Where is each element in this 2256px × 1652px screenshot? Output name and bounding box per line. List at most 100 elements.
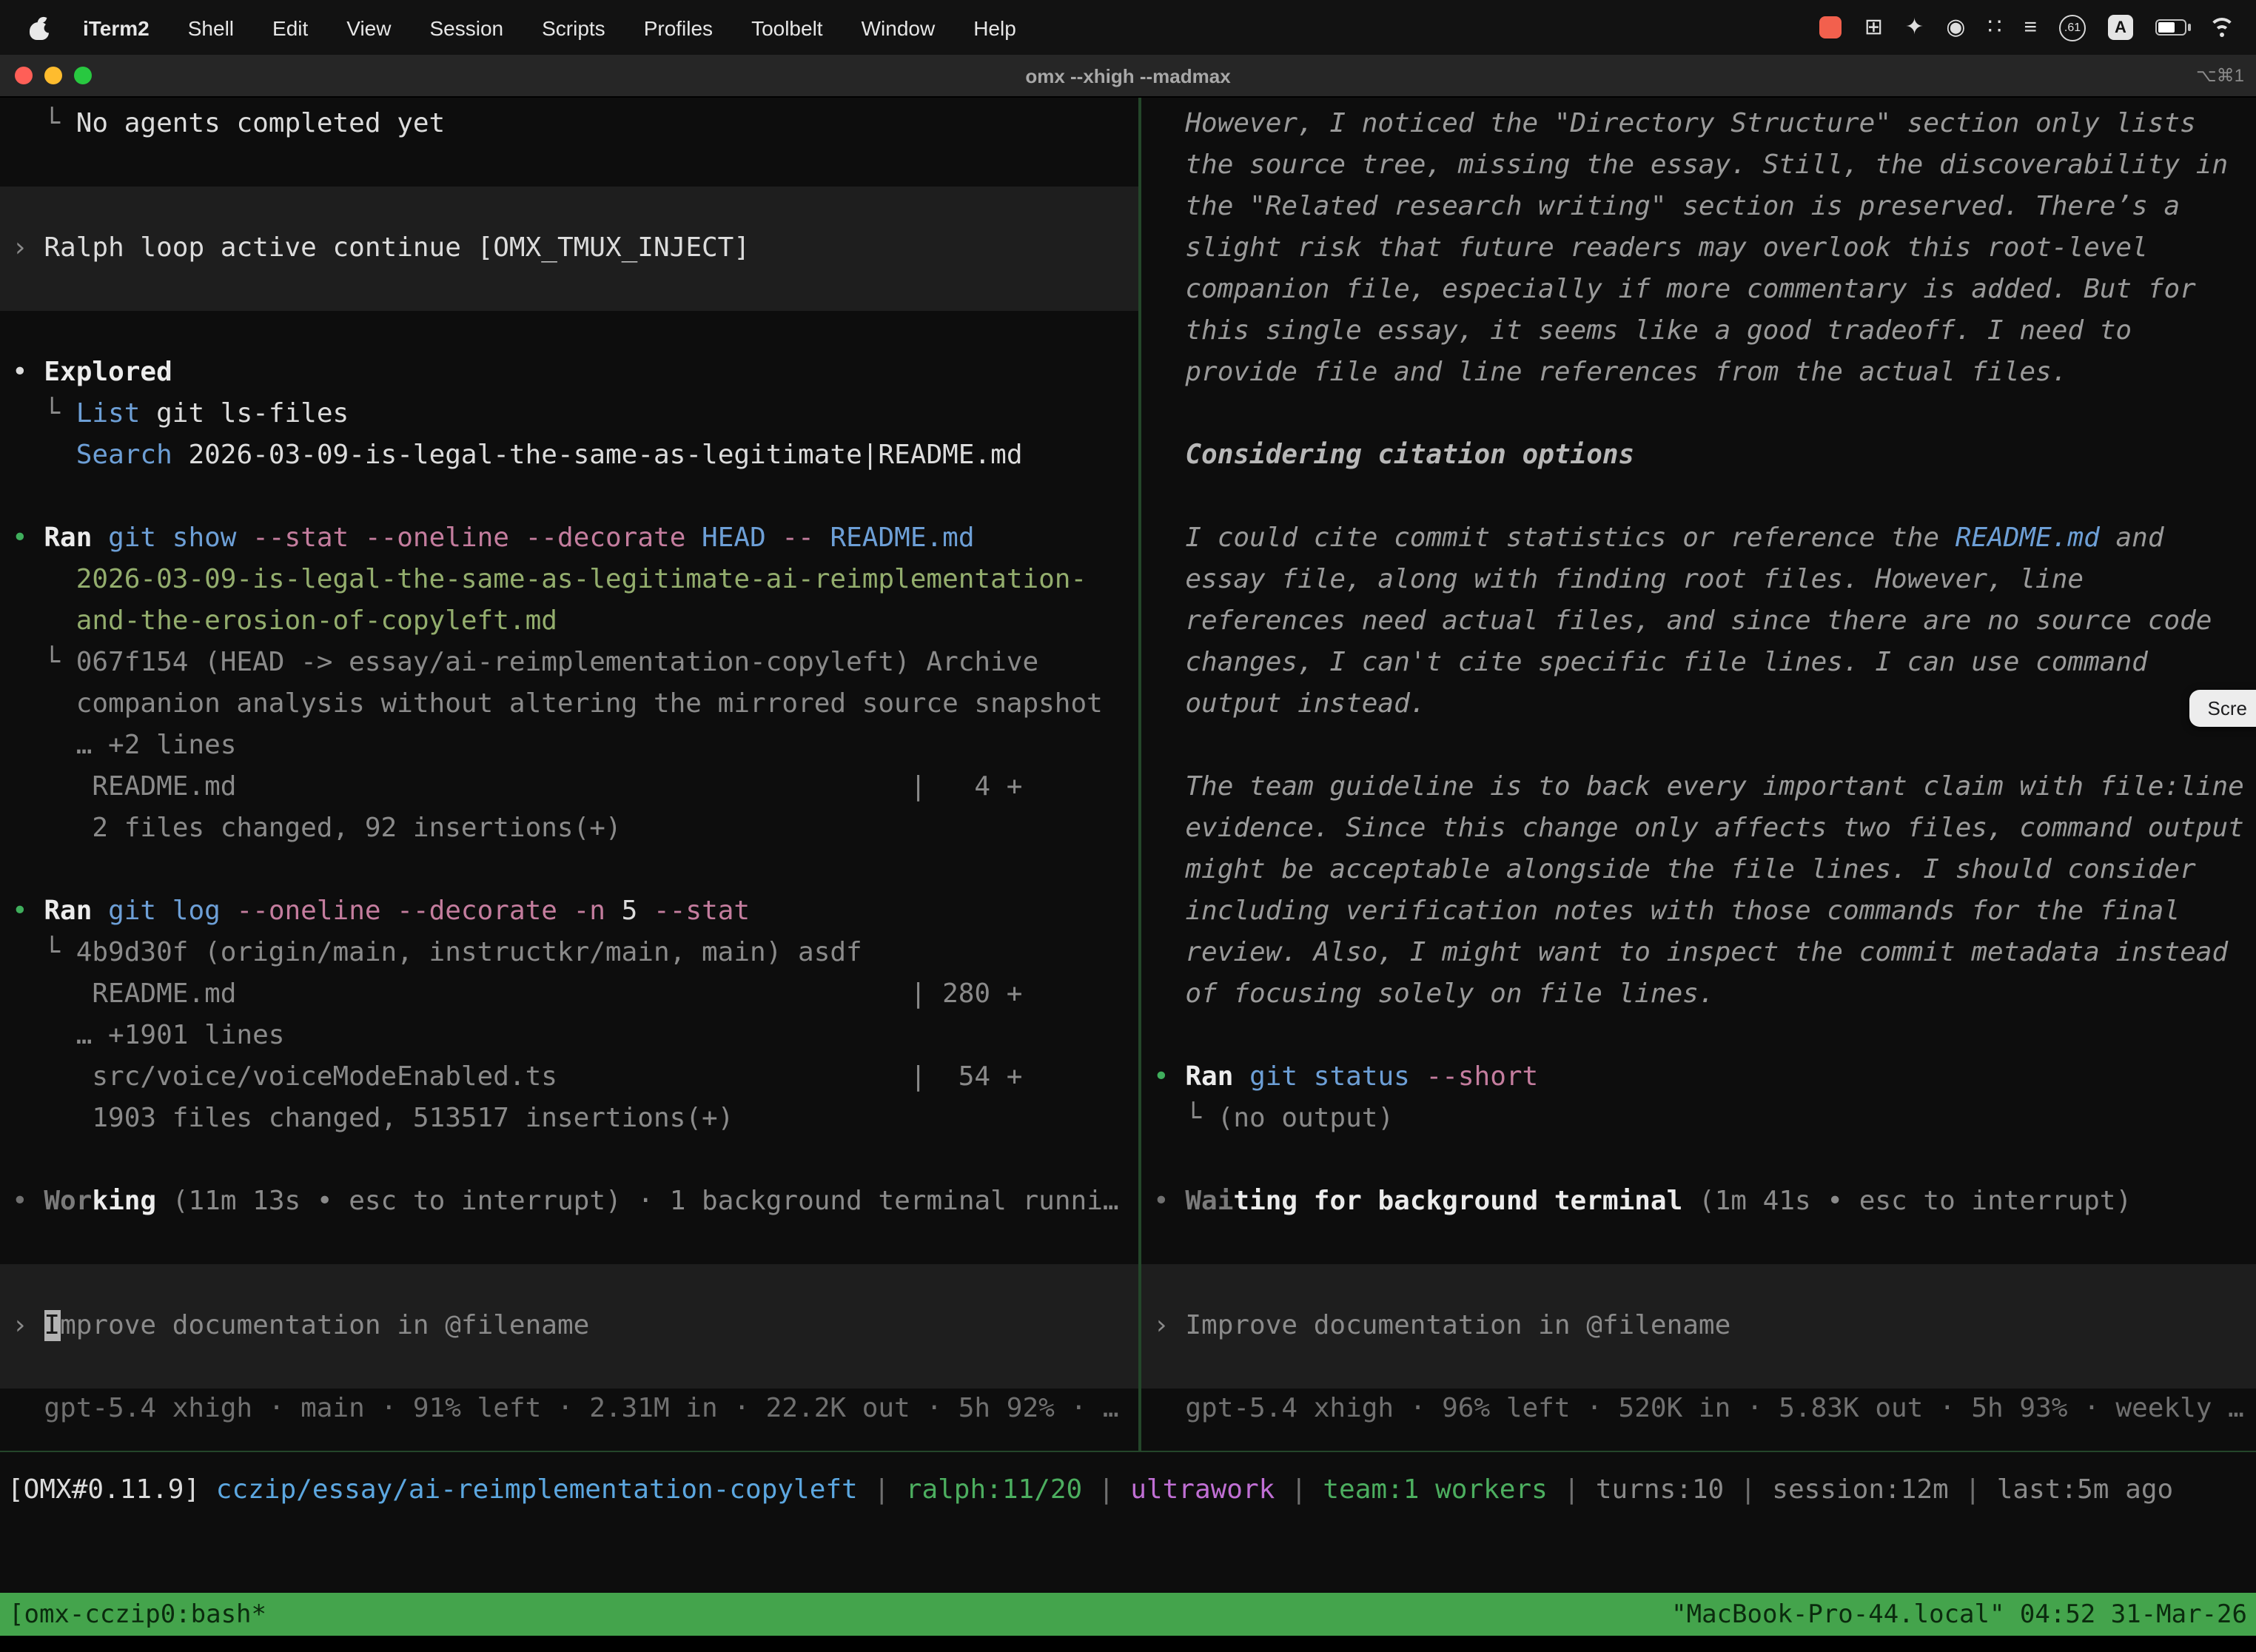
text-segment: (1m 41s • esc to interrupt) <box>1682 1186 2132 1217</box>
menu-item-toolbelt[interactable]: Toolbelt <box>732 16 842 39</box>
text-segment: └ 067f154 (HEAD -> essay/ai-reimplementa… <box>12 647 1038 678</box>
text-segment: Ralph loop active continue [OMX_TMUX_INJ… <box>44 232 750 263</box>
text-segment: session:12m <box>1772 1474 1948 1505</box>
terminal-line: README.md | 280 + <box>0 974 1138 1015</box>
window-shortcut-indicator: ⌥⌘1 <box>2196 65 2244 86</box>
text-segment: | <box>858 1474 906 1505</box>
text-segment: No agents completed yet <box>76 108 446 139</box>
terminal-line: provide file and line references from th… <box>1141 352 2256 394</box>
text-segment: git status <box>1233 1061 1409 1092</box>
menu-items: iTerm2ShellEditViewSessionScriptsProfile… <box>64 16 1035 39</box>
menu-item-iterm2[interactable]: iTerm2 <box>64 16 169 39</box>
text-segment: 2026-03-09-is-legal-the-same-as-legitima… <box>172 440 1023 471</box>
status-icon-2[interactable]: ◉ <box>1946 16 1965 38</box>
terminal-line: I could cite commit statistics or refere… <box>1141 518 2256 560</box>
minimize-button[interactable] <box>44 67 62 84</box>
text-segment: README.md <box>814 523 975 554</box>
text-segment: and-the-erosion-of-copyleft.md <box>12 605 557 637</box>
text-segment: 1903 files changed, 513517 insertions(+) <box>12 1103 733 1134</box>
status-icon-0[interactable]: ⊞ <box>1864 16 1883 38</box>
screen-sharing-popover[interactable]: Scre <box>2190 690 2256 727</box>
terminal-line: … +2 lines <box>0 725 1138 767</box>
text-segment: • <box>1153 1186 1185 1217</box>
status-separator-line <box>0 1451 2256 1452</box>
ralph-inject-banner[interactable]: › Ralph loop active continue [OMX_TMUX_I… <box>0 187 1138 311</box>
menu-item-profiles[interactable]: Profiles <box>625 16 732 39</box>
terminal-line: └ No agents completed yet <box>0 104 1138 145</box>
prompt-input[interactable]: › Improve documentation in @filename <box>0 1264 1138 1389</box>
menu-item-view[interactable]: View <box>327 16 410 39</box>
zoom-button[interactable] <box>74 67 92 84</box>
menu-item-shell[interactable]: Shell <box>169 16 253 39</box>
text-segment: --oneline --decorate -n <box>221 896 605 927</box>
text-segment: ralph:11/20 <box>906 1474 1082 1505</box>
tmux-pane-right[interactable]: However, I noticed the "Directory Struct… <box>1141 98 2256 1451</box>
prompt-input[interactable]: › Improve documentation in @filename <box>1141 1264 2256 1389</box>
text-segment: evidence. Since this change only affects… <box>1153 813 2244 844</box>
battery-percentage-badge[interactable]: .61 <box>2059 14 2086 41</box>
input-source-icon[interactable]: A <box>2108 15 2133 40</box>
terminal-line: • Waiting for background terminal (1m 41… <box>1141 1181 2256 1223</box>
battery-icon[interactable] <box>2155 19 2186 36</box>
text-segment: | <box>1275 1474 1323 1505</box>
omx-status-line: [OMX#0.11.9] cczip/essay/ai-reimplementa… <box>0 1470 2256 1511</box>
terminal-line: The team guideline is to back every impo… <box>1141 767 2256 808</box>
text-segment: last:5m ago <box>1997 1474 2173 1505</box>
tmux-pane-left[interactable]: └ No agents completed yet › Ralph loop ac… <box>0 98 1138 1451</box>
terminal-line: evidence. Since this change only affects… <box>1141 808 2256 850</box>
text-segment: I could cite commit statistics or refere… <box>1153 523 1955 554</box>
text-segment: including verification notes with those … <box>1153 896 2180 927</box>
menu-item-edit[interactable]: Edit <box>253 16 327 39</box>
text-segment: companion analysis without altering the … <box>12 688 1103 719</box>
status-icon-4[interactable]: ≡ <box>2024 16 2037 38</box>
text-segment: the "Related research writing" section i… <box>1153 191 2180 222</box>
terminal-line: › Ralph loop active continue [OMX_TMUX_I… <box>0 228 750 269</box>
apple-menu-icon[interactable] <box>30 16 49 39</box>
text-segment: Explored <box>44 357 172 388</box>
text-segment: | <box>1082 1474 1130 1505</box>
text-segment: | <box>1724 1474 1772 1505</box>
tmux-status-bar: [omx-cczip0:bash* "MacBook-Pro-44.local"… <box>0 1593 2256 1636</box>
text-segment: … +2 lines <box>12 730 236 761</box>
menu-item-help[interactable]: Help <box>954 16 1035 39</box>
text-segment: -- <box>766 523 814 554</box>
text-segment: changes, I can't cite specific file line… <box>1153 647 2148 678</box>
terminal-line: • Ran git show --stat --oneline --decora… <box>0 518 1138 560</box>
text-segment: team:1 workers <box>1323 1474 1547 1505</box>
menu-bar-status-icons: ⊞ ✦ ◉ ∷ ≡ .61 A <box>1820 14 2235 41</box>
status-icon-1[interactable]: ✦ <box>1905 16 1924 38</box>
terminal-line: • Working (11m 13s • esc to interrupt) ·… <box>0 1181 1138 1223</box>
wifi-icon[interactable] <box>2209 18 2235 37</box>
text-segment: king <box>92 1186 156 1217</box>
terminal-line: └ 4b9d30f (origin/main, instructkr/main,… <box>0 933 1138 974</box>
text-segment: slight risk that future readers may over… <box>1153 232 2148 263</box>
terminal-line: › Improve documentation in @filename <box>1141 1306 1730 1347</box>
text-segment: src/voice/voiceModeEnabled.ts | 54 + <box>12 1061 1022 1092</box>
blank-line <box>1141 1015 2256 1057</box>
terminal-line: companion file, especially if more comme… <box>1141 269 2256 311</box>
text-segment: • <box>12 523 44 554</box>
terminal-line: README.md | 4 + <box>0 767 1138 808</box>
tmux-session-label: [omx-cczip0:bash* <box>9 1599 266 1629</box>
text-segment: --short <box>1410 1061 1538 1092</box>
terminal-line: might be acceptable alongside the file l… <box>1141 850 2256 891</box>
terminal-line: › Improve documentation in @filename <box>0 1306 589 1347</box>
screen-recording-indicator-icon[interactable] <box>1820 16 1842 38</box>
text-segment: output instead. <box>1153 688 1426 719</box>
terminal-line: the "Related research writing" section i… <box>1141 187 2256 228</box>
window-title: omx --xhigh --madmax <box>0 64 2256 87</box>
text-segment: List <box>76 398 141 429</box>
terminal-line: 1903 files changed, 513517 insertions(+) <box>0 1098 1138 1140</box>
text-segment: cczip/essay/ai-reimplementation-copyleft <box>216 1474 858 1505</box>
blank-line <box>1141 1223 2256 1264</box>
status-glyphs: ⊞ ✦ ◉ ∷ ≡ <box>1864 16 2037 38</box>
terminal-line: • Ran git status --short <box>1141 1057 2256 1098</box>
menu-item-session[interactable]: Session <box>410 16 523 39</box>
status-icon-3[interactable]: ∷ <box>1987 16 2001 38</box>
screen: iTerm2ShellEditViewSessionScriptsProfile… <box>0 0 2256 1652</box>
close-button[interactable] <box>15 67 33 84</box>
text-segment: the source tree, missing the essay. Stil… <box>1153 150 2228 181</box>
menu-item-window[interactable]: Window <box>842 16 955 39</box>
text-segment: └ <box>12 108 76 139</box>
menu-item-scripts[interactable]: Scripts <box>523 16 625 39</box>
